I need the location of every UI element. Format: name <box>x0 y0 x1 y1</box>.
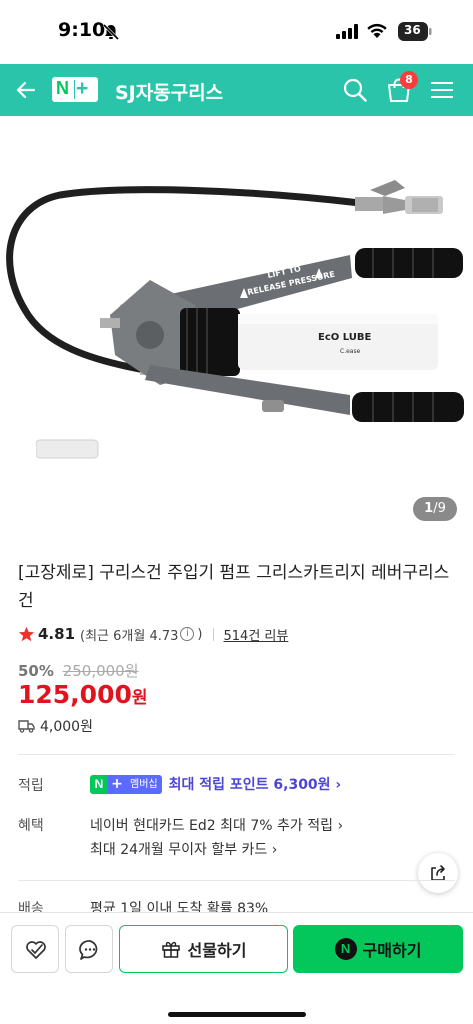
naver-pay-icon: N <box>334 938 357 960</box>
review-count-link[interactable]: 514건 리뷰 <box>224 625 289 644</box>
rating-score: 4.81 <box>38 625 76 643</box>
hamburger-menu-icon[interactable] <box>430 78 454 102</box>
divider <box>18 754 455 755</box>
divider <box>18 880 455 881</box>
status-time: 9:10 <box>58 19 106 41</box>
status-bar: 9:10 36 <box>0 0 473 64</box>
benefits-label: 혜택 <box>18 818 44 834</box>
wishlist-button[interactable] <box>11 925 59 973</box>
original-price: 250,000원 <box>62 662 139 680</box>
points-label: 적립 <box>18 778 44 794</box>
back-arrow-icon[interactable] <box>14 78 38 102</box>
discount-rate: 50% <box>18 662 54 680</box>
heart-icon <box>26 941 46 959</box>
page-current: 1 <box>424 501 434 516</box>
star-icon <box>18 626 35 641</box>
battery-level: 36 <box>404 23 421 37</box>
price-unit: 원 <box>131 688 148 708</box>
benefit-installment[interactable]: 최대 24개월 무이자 할부 카드 › <box>90 839 277 859</box>
buy-button[interactable]: N 구매하기 <box>293 925 463 973</box>
recent-rating-close: ) <box>197 626 203 642</box>
image-cartridge-brand: EcO LUBE <box>318 332 371 343</box>
truck-icon <box>18 720 35 733</box>
info-icon[interactable]: i <box>180 627 195 641</box>
points-row[interactable]: N + 멤버십 최대 적립 포인트 6,300원 › <box>90 774 341 794</box>
cart-count-badge: 8 <box>400 71 418 89</box>
image-cartridge-sub: C.ease <box>340 348 361 355</box>
max-points-text: 최대 적립 포인트 6,300원 › <box>168 777 342 793</box>
badge-n: N <box>90 774 108 794</box>
benefit-card-points[interactable]: 네이버 현대카드 Ed2 최대 7% 추가 적립 › <box>90 815 343 835</box>
search-icon[interactable] <box>342 77 368 103</box>
shipping-fee-row: 4,000원 <box>18 716 93 736</box>
logo-plus: + <box>76 77 89 100</box>
app-header: N + SJ자동구리스 8 <box>0 64 473 116</box>
badge-membership-text: 멤버십 <box>126 774 162 794</box>
price-row: 125,000원 <box>18 680 148 709</box>
discount-row: 50% 250,000원 <box>18 660 139 681</box>
naver-plus-logo[interactable]: N + <box>52 77 98 102</box>
badge-plus: + <box>108 774 126 794</box>
sale-price: 125,000 <box>18 680 132 709</box>
gift-icon <box>161 941 180 958</box>
logo-n: N <box>56 78 69 98</box>
membership-badge: N + 멤버십 <box>90 774 162 794</box>
gift-button-label: 선물하기 <box>187 941 247 960</box>
product-image-grease-gun[interactable]: LIFT TO RELEASE PRESSURE EcO LUBE C.ease <box>0 160 473 480</box>
shipping-fee: 4,000원 <box>40 719 93 735</box>
rating-row: 4.81 (최근 6개월 4.73 i ) 514건 리뷰 <box>18 624 288 644</box>
share-button[interactable] <box>418 853 458 893</box>
gift-button[interactable]: 선물하기 <box>119 925 288 973</box>
divider <box>212 627 214 641</box>
store-name[interactable]: SJ자동구리스 <box>115 78 223 105</box>
chat-bubble-icon <box>79 940 98 960</box>
logo-divider <box>74 80 75 99</box>
signal-icon <box>336 24 358 39</box>
bell-off-icon <box>102 23 120 41</box>
talk-button[interactable] <box>65 925 113 973</box>
home-indicator <box>168 1012 306 1017</box>
bottom-action-bar: 선물하기 N 구매하기 <box>0 912 473 1024</box>
image-thumbnail[interactable] <box>36 436 100 460</box>
image-page-counter: 1/9 <box>413 497 457 521</box>
product-title: [고장제로] 구리스건 주입기 펌프 그리스카트리지 레버구리스건 <box>18 563 450 611</box>
page-total: 9 <box>437 501 446 516</box>
wifi-icon <box>367 23 387 38</box>
recent-rating: (최근 6개월 4.73 <box>80 628 179 644</box>
buy-button-label: 구매하기 <box>362 941 422 960</box>
